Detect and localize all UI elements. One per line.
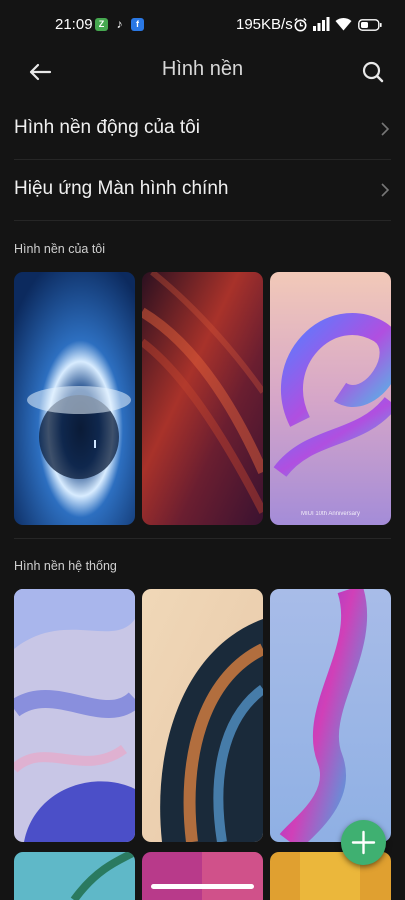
wallpaper-thumbnail-magenta[interactable] xyxy=(142,852,263,900)
zalo-icon: Z xyxy=(95,18,108,31)
signal-icon xyxy=(313,17,330,36)
page-title: Hình nền xyxy=(161,58,244,80)
wallpaper-thumbnail-glass-curves[interactable] xyxy=(142,589,263,842)
network-speed: 195KB/s xyxy=(236,16,293,33)
status-bar: 21:09 Z ♪ f 195KB/s xyxy=(0,0,405,50)
chevron-right-icon xyxy=(381,183,390,197)
section-title-my-wallpapers: Hình nền của tôi xyxy=(14,242,106,256)
status-time: 21:09 xyxy=(55,16,93,33)
add-wallpaper-button[interactable] xyxy=(341,820,386,865)
wallpaper-thumbnail-blue-purple-wave[interactable] xyxy=(270,589,391,842)
search-button[interactable] xyxy=(357,56,389,88)
plus-icon xyxy=(351,830,376,855)
wallpaper-thumbnail-ice-cave[interactable] xyxy=(14,272,135,525)
menu-item-live-wallpapers[interactable]: Hình nền động của tôi xyxy=(14,99,391,160)
section-title-system-wallpapers: Hình nền hệ thống xyxy=(14,559,117,573)
wallpaper-caption: MIUI 10th Anniversary xyxy=(300,511,361,517)
section-divider xyxy=(14,538,391,539)
alarm-icon xyxy=(293,17,308,37)
battery-icon xyxy=(358,18,382,36)
wallpaper-thumbnail-red-curves[interactable] xyxy=(142,272,263,525)
menu-item-home-effects[interactable]: Hiệu ứng Màn hình chính xyxy=(14,160,391,221)
wifi-icon xyxy=(335,17,352,36)
tiktok-icon: ♪ xyxy=(116,17,123,31)
facebook-icon: f xyxy=(131,18,144,31)
wallpaper-thumbnail-lavender-abstract[interactable] xyxy=(14,589,135,842)
chevron-right-icon xyxy=(381,122,390,136)
menu-item-label: Hình nền động của tôi xyxy=(14,117,200,138)
wallpaper-thumbnail-miui-10th[interactable]: MIUI 10th Anniversary xyxy=(270,272,391,525)
search-icon xyxy=(362,61,384,83)
home-indicator[interactable] xyxy=(151,884,254,889)
app-header: Hình nền xyxy=(0,50,405,94)
menu-item-label: Hiệu ứng Màn hình chính xyxy=(14,178,229,199)
wallpaper-thumbnail-teal[interactable] xyxy=(14,852,135,900)
